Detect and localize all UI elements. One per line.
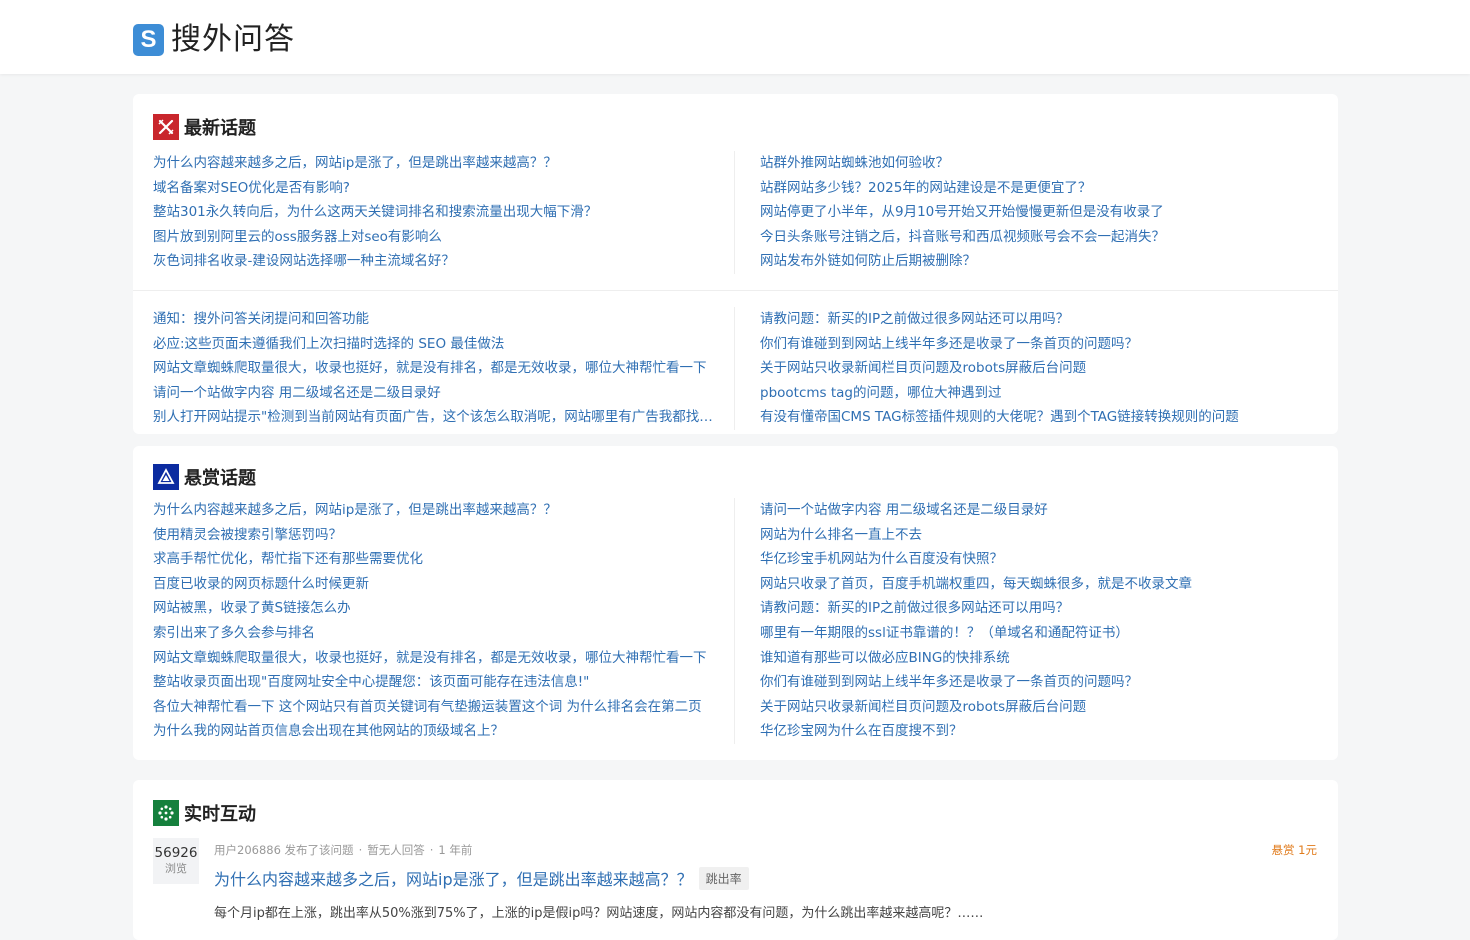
column-divider (734, 151, 735, 274)
topic-link[interactable]: 网站文章蜘蛛爬取量很大，收录也挺好，就是没有排名，都是无效收录，哪位大神帮忙看一… (153, 356, 713, 381)
topic-link[interactable]: 必应:这些页面未遵循我们上次扫描时选择的 SEO 最佳做法 (153, 332, 713, 357)
topic-link[interactable]: 站群网站多少钱？2025年的网站建设是不是更便宜了？ (760, 176, 1320, 201)
topic-link[interactable]: pbootcms tag的问题，哪位大神遇到过 (760, 381, 1320, 406)
topic-link[interactable]: 网站为什么排名一直上不去 (760, 523, 1320, 548)
topic-link[interactable]: 网站文章蜘蛛爬取量很大，收录也挺好，就是没有排名，都是无效收录，哪位大神帮忙看一… (153, 646, 713, 671)
logo-mark-icon: S (133, 24, 164, 56)
topic-link[interactable]: 有没有懂帝国CMS TAG标签插件规则的大佬呢？遇到个TAG链接转换规则的问题 (760, 405, 1320, 430)
topic-link[interactable]: 为什么我的网站首页信息会出现在其他网站的顶级域名上？ (153, 719, 713, 744)
topic-link[interactable]: 使用精灵会被搜索引擎惩罚吗？ (153, 523, 713, 548)
topic-link[interactable]: 今日头条账号注销之后，抖音账号和西瓜视频账号会不会一起消失？ (760, 225, 1320, 250)
topic-link[interactable]: 请教问题：新买的IP之前做过很多网站还可以用吗？ (760, 307, 1320, 332)
topic-link[interactable]: 谁知道有那些可以做必应BING的快排系统 (760, 646, 1320, 671)
answer-status: 暂无人回答 (367, 843, 425, 857)
topic-link[interactable]: 网站只收录了首页，百度手机端权重四，每天蜘蛛很多，就是不收录文章 (760, 572, 1320, 597)
topic-link[interactable]: 索引出来了多久会参与排名 (153, 621, 713, 646)
latest-list-right-1: 站群外推网站蜘蛛池如何验收？ 站群网站多少钱？2025年的网站建设是不是更便宜了？… (760, 151, 1320, 274)
topic-link[interactable]: 整站301永久转向后，为什么这两天关键词排名和搜索流量出现大幅下滑？ (153, 200, 713, 225)
question-author-link[interactable]: 用户206886 发布了该问题 (214, 843, 354, 857)
latest-list-left-1: 为什么内容越来越多之后，网站ip是涨了，但是跳出率越来越高？？ 域名备案对SEO优… (153, 151, 713, 274)
topic-link[interactable]: 网站停更了小半年，从9月10号开始又开始慢慢更新但是没有收录了 (760, 200, 1320, 225)
topic-link[interactable]: 关于网站只收录新闻栏目页问题及robots屏蔽后台问题 (760, 356, 1320, 381)
question-time: 1 年前 (438, 843, 473, 857)
bounty-amount: 悬赏 1元 (1271, 843, 1317, 857)
bounty-list-left: 为什么内容越来越多之后，网站ip是涨了，但是跳出率越来越高？？ 使用精灵会被搜索引… (153, 498, 713, 744)
topic-link[interactable]: 请教问题：新买的IP之前做过很多网站还可以用吗？ (760, 596, 1320, 621)
live-interaction-header: 实时互动 (153, 800, 256, 826)
question-meta: 用户206886 发布了该问题 · 暂无人回答 · 1 年前 (214, 843, 473, 857)
question-title-row: 为什么内容越来越多之后，网站ip是涨了，但是跳出率越来越高？？ 跳出率 (214, 866, 749, 890)
latest-list-left-2: 通知：搜外问答关闭提问和回答功能 必应:这些页面未遵循我们上次扫描时选择的 SEO… (153, 307, 713, 430)
topic-link[interactable]: 为什么内容越来越多之后，网站ip是涨了，但是跳出率越来越高？？ (153, 151, 713, 176)
topic-link[interactable]: 请问一个站做字内容 用二级域名还是二级目录好 (760, 498, 1320, 523)
section-title: 悬赏话题 (184, 468, 256, 489)
top-header: S 搜外问答 (0, 0, 1470, 74)
topic-link[interactable]: 华亿珍宝网为什么在百度搜不到？ (760, 719, 1320, 744)
column-divider (734, 498, 735, 744)
live-interaction-card: 实时互动 56926 浏览 用户206886 发布了该问题 · 暂无人回答 · 1 年前… (133, 780, 1338, 940)
question-title-link[interactable]: 为什么内容越来越多之后，网站ip是涨了，但是跳出率越来越高？？ (214, 866, 693, 890)
topic-link[interactable]: 哪里有一年期限的ssl证书靠谱的！？（单域名和通配符证书） (760, 621, 1320, 646)
topic-link[interactable]: 网站被黑，收录了黄S链接怎么办 (153, 596, 713, 621)
column-divider (734, 307, 735, 430)
dots-ring-icon (153, 800, 179, 826)
topic-link[interactable]: 域名备案对SEO优化是否有影响? (153, 176, 713, 201)
triangle-badge-icon (153, 464, 179, 490)
latest-list-right-2: 请教问题：新买的IP之前做过很多网站还可以用吗？ 你们有谁碰到到网站上线半年多还是… (760, 307, 1320, 430)
crossed-swords-icon (153, 114, 179, 140)
topic-link[interactable]: 站群外推网站蜘蛛池如何验收？ (760, 151, 1320, 176)
view-count-label: 浏览 (165, 862, 187, 875)
latest-topics-card: 最新话题 为什么内容越来越多之后，网站ip是涨了，但是跳出率越来越高？？ 域名备案… (133, 94, 1338, 434)
topic-link[interactable]: 为什么内容越来越多之后，网站ip是涨了，但是跳出率越来越高？？ (153, 498, 713, 523)
question-excerpt: 每个月ip都在上涨，跳出率从50%涨到75%了，上涨的ip是假ip吗？网站速度，… (214, 906, 984, 921)
topic-link[interactable]: 各位大神帮忙看一下 这个网站只有首页关键词有气垫搬运装置这个词 为什么排名会在第… (153, 695, 713, 720)
topic-link[interactable]: 网站发布外链如何防止后期被删除？ (760, 249, 1320, 274)
topic-link[interactable]: 请问一个站做字内容 用二级域名还是二级目录好 (153, 381, 713, 406)
logo-text: 搜外问答 (171, 22, 295, 57)
topic-link[interactable]: 华亿珍宝手机网站为什么百度没有快照？ (760, 547, 1320, 572)
bounty-list-right: 请问一个站做字内容 用二级域名还是二级目录好 网站为什么排名一直上不去 华亿珍宝手机… (760, 498, 1320, 744)
question-tag[interactable]: 跳出率 (698, 866, 749, 890)
topic-link[interactable]: 整站收录页面出现"百度网址安全中心提醒您：该页面可能存在违法信息!" (153, 670, 713, 695)
topic-link[interactable]: 百度已收录的网页标题什么时候更新 (153, 572, 713, 597)
topic-link[interactable]: 通知：搜外问答关闭提问和回答功能 (153, 307, 713, 332)
topic-link[interactable]: 灰色词排名收录-建设网站选择哪一种主流域名好？ (153, 249, 713, 274)
view-count: 56926 (154, 845, 198, 861)
group-divider (133, 290, 1338, 291)
bounty-topics-header: 悬赏话题 (153, 464, 256, 490)
topic-link[interactable]: 求高手帮忙优化，帮忙指下还有那些需要优化 (153, 547, 713, 572)
topic-link[interactable]: 图片放到别阿里云的oss服务器上对seo有影响么 (153, 225, 713, 250)
topic-link[interactable]: 别人打开网站提示"检测到当前网站有页面广告，这个该怎么取消呢，网站哪里有广告我都… (153, 405, 713, 430)
site-logo[interactable]: S 搜外问答 (133, 23, 295, 57)
topic-link[interactable]: 你们有谁碰到到网站上线半年多还是收录了一条首页的问题吗？ (760, 670, 1320, 695)
topic-link[interactable]: 关于网站只收录新闻栏目页问题及robots屏蔽后台问题 (760, 695, 1320, 720)
section-title: 实时互动 (184, 804, 256, 825)
section-title: 最新话题 (184, 118, 256, 139)
topic-link[interactable]: 你们有谁碰到到网站上线半年多还是收录了一条首页的问题吗？ (760, 332, 1320, 357)
bounty-topics-card: 悬赏话题 为什么内容越来越多之后，网站ip是涨了，但是跳出率越来越高？？ 使用精灵… (133, 446, 1338, 760)
view-count-box: 56926 浏览 (153, 838, 199, 884)
latest-topics-header: 最新话题 (153, 114, 256, 140)
